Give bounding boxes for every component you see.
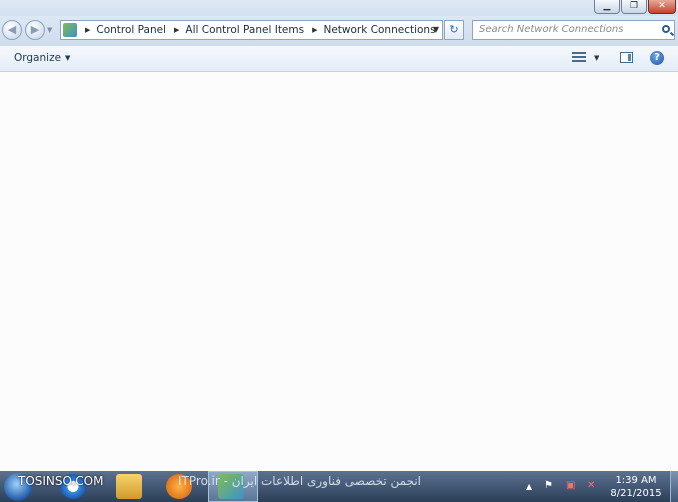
organize-button[interactable]: Organize ▼ [14, 46, 70, 70]
show-desktop-button[interactable] [670, 471, 678, 502]
search-input[interactable]: Search Network Connections [479, 21, 623, 39]
clock-date: 8/21/2015 [610, 488, 662, 499]
windows-explorer-icon[interactable] [116, 474, 142, 499]
search-box[interactable]: Search Network Connections [472, 20, 675, 40]
close-button[interactable]: ✕ [648, 0, 676, 14]
file-list-area[interactable] [0, 72, 678, 471]
breadcrumb-separator-icon[interactable]: ▶ [174, 21, 179, 39]
breadcrumb-network-connections[interactable]: Network Connections [323, 21, 435, 39]
title-bar: ▁ ❐ ✕ [0, 0, 678, 16]
view-options-dropdown[interactable]: ▼ [594, 46, 599, 70]
clock[interactable]: 1:39 AM 8/21/2015 [606, 474, 666, 500]
address-dropdown-button[interactable]: ▼ [433, 21, 439, 39]
navigation-bar: ◀ ▶ ▼ ▶ Control Panel ▶ All Control Panel I… [0, 16, 678, 46]
watermark-center: انجمن تخصصی فناوری اطلاعات ایران - ITPro… [178, 474, 421, 488]
breadcrumb-separator-icon[interactable]: ▶ [85, 21, 90, 39]
recent-pages-dropdown[interactable]: ▼ [47, 26, 52, 34]
breadcrumb-control-panel[interactable]: Control Panel [96, 21, 166, 39]
action-center-flag-icon[interactable]: ⚑ [544, 480, 553, 491]
search-icon[interactable] [662, 25, 670, 33]
clock-time: 1:39 AM [615, 475, 657, 486]
forward-button[interactable]: ▶ [25, 20, 45, 40]
volume-tray-icon[interactable]: ✕ [587, 480, 595, 491]
preview-pane-icon[interactable] [620, 52, 633, 63]
minimize-button[interactable]: ▁ [594, 0, 620, 14]
refresh-button[interactable]: ↻ [444, 20, 464, 40]
control-panel-icon [63, 23, 77, 37]
breadcrumb-all-control-panel-items[interactable]: All Control Panel Items [185, 21, 304, 39]
watermark-left: TOSINSO.COM [18, 474, 104, 488]
chevron-down-icon: ▼ [65, 54, 71, 62]
view-options-icon[interactable] [572, 52, 586, 64]
show-hidden-icons-icon[interactable]: ▲ [526, 482, 532, 491]
address-bar[interactable]: ▶ Control Panel ▶ All Control Panel Items ▶ N… [60, 20, 443, 40]
breadcrumb-separator-icon[interactable]: ▶ [312, 21, 317, 39]
maximize-button[interactable]: ❐ [621, 0, 647, 14]
organize-label: Organize [14, 52, 62, 64]
command-bar: Organize ▼ ▼ ? [0, 46, 678, 72]
network-tray-icon[interactable]: ▣ [566, 480, 575, 491]
breadcrumb: ▶ Control Panel ▶ All Control Panel Items ▶ N… [83, 21, 442, 39]
back-button[interactable]: ◀ [2, 20, 22, 40]
help-icon[interactable]: ? [650, 51, 664, 65]
